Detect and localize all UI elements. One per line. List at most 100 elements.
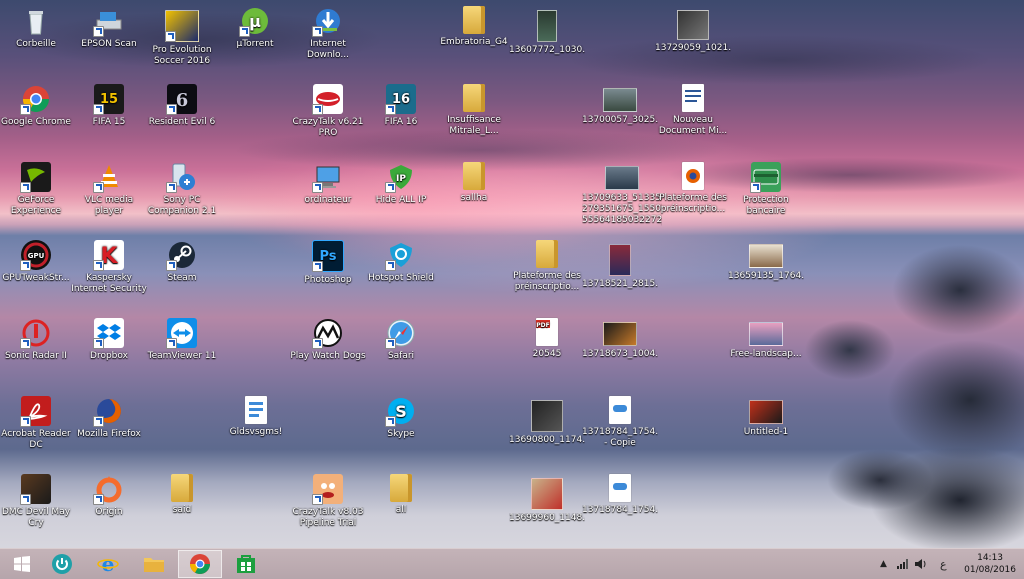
sonic-radar-icon <box>20 318 51 349</box>
desktop-icon-fifa16[interactable]: 16 FIFA 16 <box>363 84 439 128</box>
teamviewer-icon <box>166 318 197 349</box>
desktop-icon-img-13699960[interactable]: 13699960_1148... <box>509 474 585 524</box>
desktop-icon-untitled-1[interactable]: Untitled-1 <box>728 396 804 438</box>
desktop-icon-nouveau-doc[interactable]: Nouveau Document Mi... <box>655 84 731 137</box>
desktop-icon-img-13718521[interactable]: 13718521_2815... <box>582 240 658 290</box>
desktop-icon-teamviewer[interactable]: TeamViewer 11 <box>144 318 220 362</box>
desktop-background: Corbeille Google Chrome GeForce Experien… <box>0 0 1024 548</box>
image-thumbnail-icon <box>677 10 709 40</box>
start-button[interactable] <box>0 550 44 578</box>
taskbar-windows-store[interactable] <box>224 550 268 578</box>
steam-icon <box>166 240 197 271</box>
desktop-icon-geforce[interactable]: GeForce Experience <box>0 162 74 217</box>
desktop-icon-pdf-20545[interactable]: PDF 20545 <box>509 318 585 360</box>
acrobat-icon <box>20 396 51 427</box>
crazytalk-lips-icon <box>312 84 343 115</box>
desktop-icon-utorrent[interactable]: µ µTorrent <box>217 6 293 50</box>
download-manager-icon <box>312 6 343 37</box>
taskbar-clock[interactable]: 14:13 01/08/2016 <box>964 552 1016 576</box>
watch-dogs-icon <box>312 318 343 349</box>
desktop-icon-dmc[interactable]: DMC Devil May Cry <box>0 474 74 529</box>
chrome-icon <box>190 554 210 574</box>
desktop-icon-img-13607772[interactable]: 13607772_1030... <box>509 6 585 56</box>
desktop-icon-acrobat[interactable]: Acrobat Reader DC <box>0 396 74 451</box>
desktop-icon-google-chrome[interactable]: Google Chrome <box>0 84 74 128</box>
gputweak-icon: GPU <box>20 240 51 271</box>
desktop-icon-hotspot-shield[interactable]: Hotspot Shield <box>363 240 439 284</box>
taskbar-file-explorer[interactable] <box>132 550 176 578</box>
desktop-icon-img-13718673[interactable]: 13718673_1004... <box>582 318 658 360</box>
signal-bars-icon <box>897 559 908 569</box>
desktop-icon-dropbox[interactable]: Dropbox <box>71 318 147 362</box>
desktop-icon-play-watch-dogs[interactable]: Play Watch Dogs <box>290 318 366 362</box>
power-icon <box>52 554 72 574</box>
desktop-icon-internet-download[interactable]: Internet Downlo... <box>290 6 366 61</box>
desktop-icon-firefox[interactable]: Mozilla Firefox <box>71 396 147 440</box>
sony-pc-icon <box>166 162 197 193</box>
image-thumbnail-icon <box>603 322 637 346</box>
tray-language[interactable]: ع <box>940 549 947 579</box>
desktop-icon-img-13709633[interactable]: 13709633_513358 279351675_15509 55564185… <box>582 162 662 226</box>
desktop-icon-epson-scan[interactable]: EPSON Scan <box>71 6 147 50</box>
image-thumbnail-icon <box>609 244 631 276</box>
desktop-icon-crazytalk-621[interactable]: CrazyTalk v6.21 PRO <box>290 84 366 139</box>
desktop-icon-said[interactable]: said <box>144 474 220 516</box>
desktop-icon-fifa15[interactable]: 15 FIFA 15 <box>71 84 147 128</box>
desktop-icon-img-13700057[interactable]: 13700057_3025... <box>582 84 658 126</box>
desktop-icon-origin[interactable]: Origin <box>71 474 147 518</box>
desktop-icon-gldsvsgms[interactable]: Gldsvsgms! <box>218 396 294 438</box>
desktop-icon-skype[interactable]: S Skype <box>363 396 439 440</box>
desktop-icon-plateforme-ff[interactable]: Plateforme des préinscriptio... <box>655 162 731 215</box>
taskbar-internet-explorer[interactable]: e <box>86 550 130 578</box>
desktop-icon-insuffisance[interactable]: Insuffisance Mitrale_L... <box>436 84 512 137</box>
desktop-icon-free-landscape[interactable]: Free-landscap... <box>728 318 804 360</box>
desktop-icon-img-13690800[interactable]: 13690800_1174... <box>509 396 585 446</box>
desktop-icon-recycle-bin[interactable]: Corbeille <box>0 6 74 50</box>
desktop-icon-plateforme-folder[interactable]: Plateforme des préinscriptio... <box>509 240 585 293</box>
desktop-icon-img-13718784-copie[interactable]: 13718784_1754... - Copie <box>582 396 658 449</box>
taskbar-power-app[interactable] <box>40 550 84 578</box>
desktop-icon-steam[interactable]: Steam <box>144 240 220 284</box>
image-thumbnail-icon <box>537 10 557 42</box>
clock-date: 01/08/2016 <box>964 565 1016 575</box>
hide-ip-shield-icon: IP <box>385 162 416 193</box>
desktop-icon-safari[interactable]: Safari <box>363 318 439 362</box>
desktop-icon-kaspersky[interactable]: K Kaspersky Internet Security <box>71 240 147 295</box>
fifa16-icon: 16 <box>385 84 416 115</box>
desktop-icon-img-13729059[interactable]: 13729059_1021... <box>655 6 731 54</box>
desktop-icon-all[interactable]: all <box>363 474 439 516</box>
chevron-up-icon: ▲ <box>880 559 887 569</box>
taskbar-google-chrome[interactable] <box>178 550 222 578</box>
tray-show-hidden[interactable]: ▲ <box>880 549 887 579</box>
desktop-icon-hide-all-ip[interactable]: IP Hide ALL IP <box>363 162 439 206</box>
internet-explorer-icon: e <box>97 553 119 575</box>
desktop-icon-img-13718784[interactable]: 13718784_1754... <box>582 474 658 516</box>
firefox-document-icon <box>682 162 704 190</box>
desktop-icon-sallha[interactable]: sallha <box>436 162 512 204</box>
shore-rocks <box>790 230 1024 548</box>
desktop-icon-crazytalk-803[interactable]: CrazyTalk v8.03 Pipeline Trial <box>290 474 366 529</box>
image-thumbnail-icon <box>609 396 631 424</box>
desktop-icon-gputweak[interactable]: GPU GPUTweakStr... <box>0 240 74 284</box>
folder-icon <box>390 474 412 502</box>
desktop-icon-resident-evil-6[interactable]: 6 Resident Evil 6 <box>144 84 220 128</box>
svg-text:S: S <box>395 402 407 421</box>
dropbox-icon <box>93 318 124 349</box>
image-thumbnail-icon <box>609 474 631 502</box>
desktop-icon-pes-2016[interactable]: Pro Evolution Soccer 2016 <box>144 6 220 67</box>
scanner-icon <box>93 6 124 37</box>
desktop-icon-sonic-radar[interactable]: Sonic Radar II <box>0 318 74 362</box>
svg-text:e: e <box>102 553 115 575</box>
folder-icon <box>463 6 485 34</box>
tray-network[interactable] <box>896 549 910 579</box>
desktop-icon-sony-pc[interactable]: Sony PC Companion 2.1 <box>144 162 220 217</box>
desktop-icon-ordinateur[interactable]: ordinateur <box>290 162 366 206</box>
desktop-icon-vlc[interactable]: VLC media player <box>71 162 147 217</box>
desktop-icon-img-13659135[interactable]: 13659135_1764... <box>728 240 804 282</box>
desktop-icon-photoshop[interactable]: Ps Photoshop <box>290 240 366 286</box>
folder-icon <box>171 474 193 502</box>
word-document-icon <box>682 84 704 112</box>
desktop-icon-protection-bancaire[interactable]: Protection bancaire <box>728 162 804 217</box>
desktop-icon-embratoria[interactable]: Embratoria_G4 <box>436 6 512 48</box>
tray-volume[interactable] <box>914 549 928 579</box>
